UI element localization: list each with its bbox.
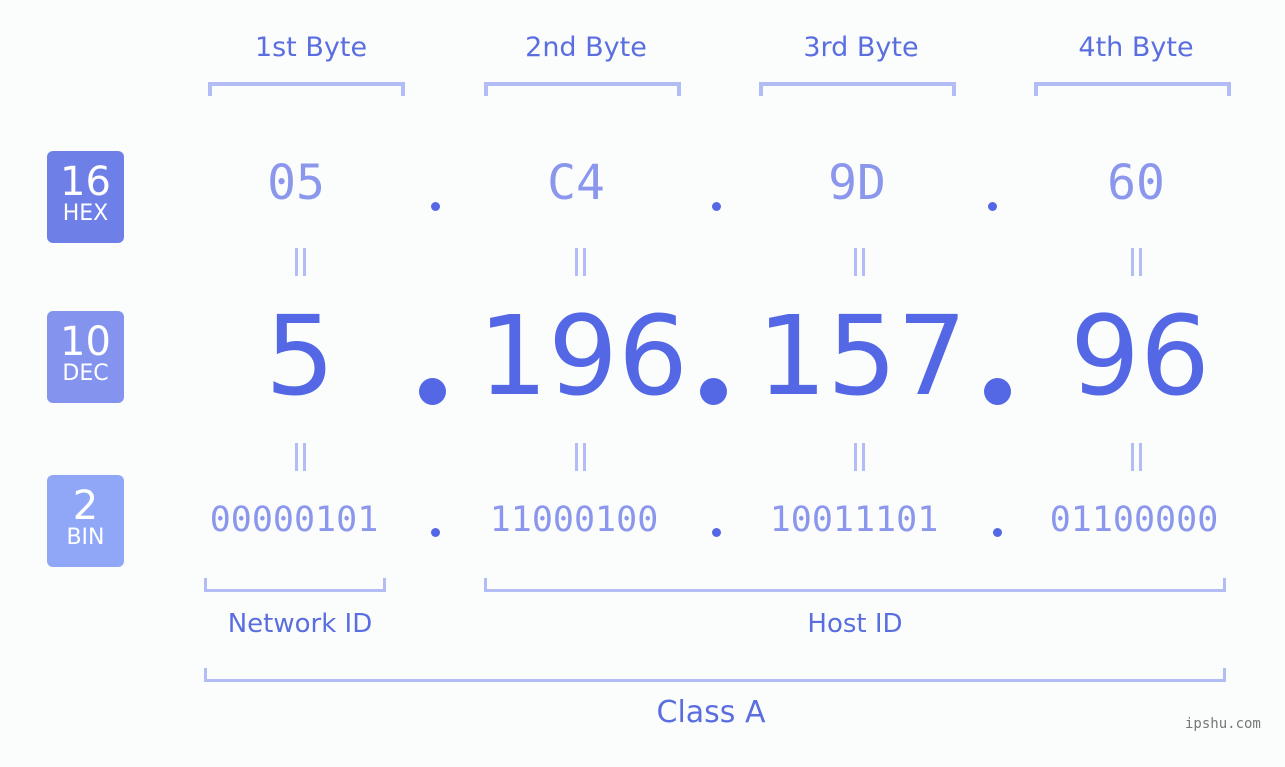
dec-byte-2: 196 bbox=[478, 292, 688, 420]
watermark: ipshu.com bbox=[1185, 716, 1261, 732]
bin-badge-number: 2 bbox=[72, 483, 99, 529]
equals-icon bbox=[1129, 248, 1143, 276]
byte-header-2: 2nd Byte bbox=[525, 32, 647, 63]
hex-byte-2: C4 bbox=[547, 155, 605, 211]
bin-separator-3 bbox=[993, 528, 1002, 537]
host-id-label: Host ID bbox=[807, 609, 903, 639]
dec-byte-3: 157 bbox=[757, 292, 967, 420]
hex-byte-1: 05 bbox=[267, 155, 325, 211]
hex-separator-1 bbox=[431, 202, 440, 211]
bin-byte-1: 00000101 bbox=[209, 500, 379, 540]
equals-icon bbox=[293, 443, 307, 471]
equals-icon bbox=[852, 443, 866, 471]
bin-separator-2 bbox=[712, 528, 721, 537]
hex-byte-4: 60 bbox=[1107, 155, 1165, 211]
dec-separator-1 bbox=[419, 378, 446, 405]
equals-icon bbox=[852, 248, 866, 276]
dec-separator-3 bbox=[984, 378, 1011, 405]
network-id-label: Network ID bbox=[227, 609, 373, 639]
byte-header-4: 4th Byte bbox=[1078, 32, 1194, 63]
hex-badge-number: 16 bbox=[60, 159, 111, 205]
dec-badge-number: 10 bbox=[60, 319, 111, 365]
byte-header-1: 1st Byte bbox=[254, 32, 368, 63]
bin-byte-2: 11000100 bbox=[489, 500, 659, 540]
dec-badge: 10 DEC bbox=[47, 311, 124, 403]
dec-separator-2 bbox=[700, 378, 727, 405]
bin-separator-1 bbox=[431, 528, 440, 537]
class-label: Class A bbox=[656, 695, 766, 730]
bin-badge-label: BIN bbox=[66, 525, 105, 550]
byte-bracket-4 bbox=[1034, 82, 1231, 96]
equals-icon bbox=[573, 443, 587, 471]
byte-bracket-2 bbox=[484, 82, 681, 96]
hex-badge-label: HEX bbox=[62, 201, 109, 226]
bin-byte-3: 10011101 bbox=[769, 500, 939, 540]
network-id-bracket bbox=[204, 578, 386, 592]
hex-separator-2 bbox=[712, 202, 721, 211]
byte-bracket-3 bbox=[759, 82, 956, 96]
byte-header-3: 3rd Byte bbox=[803, 32, 919, 63]
dec-badge-label: DEC bbox=[62, 361, 109, 386]
hex-byte-3: 9D bbox=[828, 155, 886, 211]
hex-badge: 16 HEX bbox=[47, 151, 124, 243]
hex-separator-3 bbox=[988, 202, 997, 211]
class-bracket bbox=[204, 668, 1226, 682]
equals-icon bbox=[293, 248, 307, 276]
dec-byte-1: 5 bbox=[265, 292, 335, 420]
equals-icon bbox=[1129, 443, 1143, 471]
bin-byte-4: 01100000 bbox=[1049, 500, 1219, 540]
equals-icon bbox=[573, 248, 587, 276]
byte-bracket-1 bbox=[208, 82, 405, 96]
bin-badge: 2 BIN bbox=[47, 475, 124, 567]
host-id-bracket bbox=[484, 578, 1226, 592]
dec-byte-4: 96 bbox=[1070, 292, 1210, 420]
